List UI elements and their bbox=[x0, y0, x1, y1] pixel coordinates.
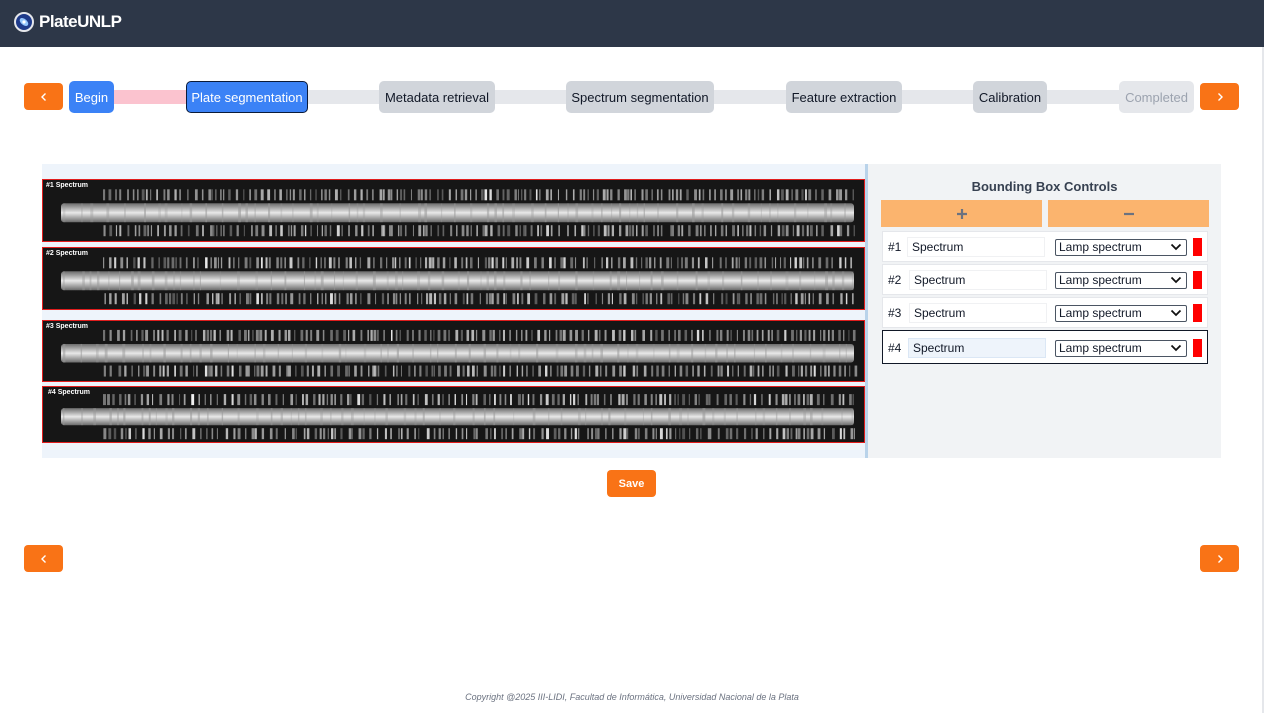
row-number: #2 bbox=[888, 273, 902, 287]
box-name-input[interactable]: Spectrum bbox=[907, 237, 1045, 257]
chevron-left-icon bbox=[40, 92, 46, 101]
box-name-input[interactable]: Spectrum bbox=[909, 303, 1047, 323]
box-type-select[interactable]: Lamp spectrum bbox=[1055, 272, 1187, 289]
step-connector bbox=[494, 90, 567, 104]
app-title[interactable]: PlateUNLP bbox=[39, 12, 122, 32]
box-type-select[interactable]: Lamp spectrum bbox=[1055, 239, 1187, 256]
plus-icon bbox=[956, 208, 967, 219]
chevron-down-icon bbox=[1170, 309, 1182, 317]
bottom-next-button[interactable] bbox=[1200, 545, 1239, 572]
row-number: #3 bbox=[888, 306, 902, 320]
spectrum-box-label: #4 Spectrum bbox=[48, 389, 91, 396]
box-type-select[interactable]: Lamp spectrum bbox=[1055, 305, 1187, 322]
step-connector bbox=[1046, 90, 1120, 104]
spectrum-box-2[interactable]: #2 Spectrum bbox=[42, 247, 865, 310]
chevron-down-icon bbox=[1170, 344, 1182, 352]
box-name-input[interactable]: Spectrum bbox=[908, 338, 1046, 358]
box-color-swatch[interactable] bbox=[1193, 271, 1202, 289]
spectrum-box-label: #2 Spectrum bbox=[46, 250, 89, 257]
box-color-swatch[interactable] bbox=[1193, 304, 1202, 322]
save-button[interactable]: Save bbox=[607, 470, 656, 497]
row-number: #1 bbox=[888, 240, 902, 254]
spectrum-image bbox=[61, 257, 854, 305]
box-type-value: Lamp spectrum bbox=[1059, 240, 1142, 254]
step-connector bbox=[713, 90, 787, 104]
box-type-value: Lamp spectrum bbox=[1059, 306, 1142, 320]
step-metadata-retrieval[interactable]: Metadata retrieval bbox=[379, 81, 495, 113]
step-spectrum-segmentation[interactable]: Spectrum segmentation bbox=[566, 81, 714, 113]
spectrum-image bbox=[61, 394, 855, 440]
bounding-box-row-selected[interactable]: #4 Spectrum Lamp spectrum bbox=[882, 330, 1208, 364]
bottom-prev-button[interactable] bbox=[24, 545, 63, 572]
remove-box-button[interactable] bbox=[1048, 200, 1209, 227]
panel-title: Bounding Box Controls bbox=[971, 179, 1118, 194]
chevron-right-icon bbox=[1217, 554, 1223, 563]
top-bar: PlateUNLP bbox=[0, 0, 1264, 47]
spectrum-box-label: #3 Spectrum bbox=[46, 323, 89, 330]
stepper-next-button[interactable] bbox=[1200, 83, 1239, 110]
spectrum-box-label: #1 Spectrum bbox=[46, 182, 89, 189]
step-connector bbox=[901, 90, 974, 104]
bounding-box-controls: Bounding Box Controls #1 Spectrum Lamp s… bbox=[868, 164, 1221, 458]
box-type-value: Lamp spectrum bbox=[1059, 273, 1142, 287]
step-connector bbox=[307, 90, 380, 104]
box-type-value: Lamp spectrum bbox=[1059, 341, 1142, 355]
footer-copyright: Copyright @2025 III-LIDI, Facultad de In… bbox=[465, 692, 799, 702]
box-color-swatch[interactable] bbox=[1193, 339, 1202, 357]
chevron-right-icon bbox=[1217, 92, 1223, 101]
bounding-box-row[interactable]: #3 Spectrum Lamp spectrum bbox=[882, 297, 1208, 328]
box-color-swatch[interactable] bbox=[1193, 238, 1202, 256]
spectrum-image bbox=[61, 329, 858, 377]
plate-image-viewer[interactable]: #1 Spectrum #2 Spectrum #3 Spectrum #4 S… bbox=[42, 164, 865, 458]
spectrum-box-4[interactable]: #4 Spectrum bbox=[42, 386, 865, 443]
chevron-left-icon bbox=[40, 554, 46, 563]
step-completed: Completed bbox=[1119, 81, 1194, 113]
bounding-box-row[interactable]: #2 Spectrum Lamp spectrum bbox=[882, 264, 1208, 295]
row-number: #4 bbox=[888, 341, 902, 355]
chevron-down-icon bbox=[1170, 276, 1182, 284]
step-connector-done bbox=[114, 90, 187, 104]
spectrum-box-1[interactable]: #1 Spectrum bbox=[42, 179, 865, 242]
minus-icon bbox=[1123, 212, 1134, 215]
spectrum-box-3[interactable]: #3 Spectrum bbox=[42, 320, 865, 382]
add-box-button[interactable] bbox=[881, 200, 1042, 227]
step-feature-extraction[interactable]: Feature extraction bbox=[786, 81, 902, 113]
step-calibration[interactable]: Calibration bbox=[973, 81, 1047, 113]
plate-logo-icon bbox=[14, 12, 34, 32]
chevron-down-icon bbox=[1170, 243, 1182, 251]
box-name-input[interactable]: Spectrum bbox=[909, 270, 1047, 290]
stepper-prev-button[interactable] bbox=[24, 83, 63, 110]
box-type-select[interactable]: Lamp spectrum bbox=[1055, 340, 1187, 357]
step-begin[interactable]: Begin bbox=[69, 81, 114, 113]
bounding-box-row[interactable]: #1 Spectrum Lamp spectrum bbox=[882, 231, 1208, 262]
spectrum-image bbox=[61, 189, 856, 237]
step-plate-segmentation[interactable]: Plate segmentation bbox=[186, 81, 308, 113]
